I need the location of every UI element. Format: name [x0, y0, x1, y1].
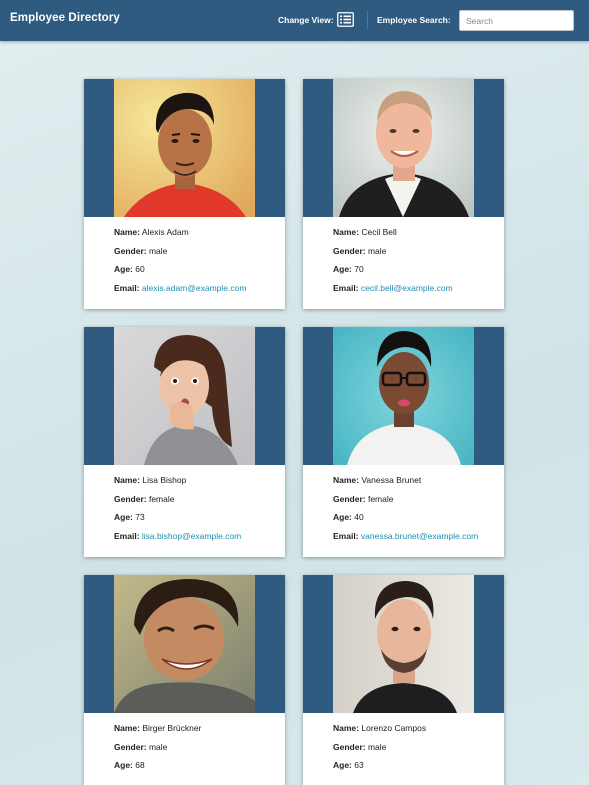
card-photo-band	[303, 79, 504, 217]
gender-row: Gender: male	[333, 741, 426, 760]
header-divider	[367, 11, 368, 29]
employee-email-link[interactable]: lisa.bishop@example.com	[142, 531, 241, 541]
gender-label: Gender:	[333, 493, 366, 504]
gender-row: Gender: female	[333, 493, 478, 512]
gender-label: Gender:	[333, 741, 366, 752]
employee-card[interactable]: Name: Vanessa Brunet Gender: female Age:…	[303, 327, 504, 557]
employee-info: Name: Vanessa Brunet Gender: female Age:…	[333, 474, 478, 549]
card-photo-band	[84, 327, 285, 465]
gender-label: Gender:	[333, 245, 366, 256]
employee-info: Name: Alexis Adam Gender: male Age: 60 E…	[114, 226, 246, 301]
employee-name: Cecil Bell	[361, 227, 397, 237]
name-label: Name:	[114, 723, 140, 733]
gender-label: Gender:	[114, 245, 147, 256]
employee-gender: male	[367, 741, 387, 752]
employee-name: Birger Brückner	[142, 723, 202, 733]
age-row: Age: 73	[114, 511, 241, 530]
card-photo-band	[84, 575, 285, 713]
gender-label: Gender:	[114, 493, 147, 504]
age-row: Age: 40	[333, 511, 478, 530]
employee-card[interactable]: Name: Birger Brückner Gender: male Age: …	[84, 575, 285, 785]
age-row: Age: 60	[114, 263, 246, 282]
employee-gender: male	[148, 245, 168, 256]
employee-email-link[interactable]: cecil.bell@example.com	[361, 283, 453, 293]
employee-email-link[interactable]: alexis.adam@example.com	[142, 283, 247, 293]
name-row: Name: Vanessa Brunet	[333, 474, 478, 493]
email-row: Email: lisa.bishop@example.com	[114, 530, 241, 549]
email-label: Email:	[114, 283, 140, 294]
employee-card[interactable]: Name: Alexis Adam Gender: male Age: 60 E…	[84, 79, 285, 309]
employee-photo	[114, 327, 255, 465]
gender-row: Gender: male	[333, 245, 453, 264]
employee-gender: female	[148, 493, 175, 504]
employee-name: Lisa Bishop	[142, 475, 187, 485]
email-row: Email: vanessa.brunet@example.com	[333, 530, 478, 549]
employee-info: Name: Lisa Bishop Gender: female Age: 73…	[114, 474, 241, 549]
card-photo-band	[303, 327, 504, 465]
employee-photo	[333, 327, 474, 465]
gender-row: Gender: female	[114, 493, 241, 512]
employee-photo	[333, 79, 474, 217]
age-label: Age:	[114, 760, 133, 771]
employee-age: 68	[135, 760, 145, 771]
top-navbar: Employee Directory Change View: Employee…	[0, 0, 589, 41]
email-row: Email: alexis.adam@example.com	[114, 282, 246, 301]
employee-info: Name: Lorenzo Campos Gender: male Age: 6…	[333, 722, 426, 778]
name-label: Name:	[114, 227, 140, 237]
employee-gender: female	[367, 493, 394, 504]
age-label: Age:	[333, 264, 352, 275]
employee-email-link[interactable]: vanessa.brunet@example.com	[361, 531, 478, 541]
search-input[interactable]	[459, 10, 574, 31]
name-label: Name:	[114, 475, 140, 485]
name-row: Name: Cecil Bell	[333, 226, 453, 245]
card-photo-band	[84, 79, 285, 217]
employee-age: 70	[354, 264, 364, 275]
employee-info: Name: Cecil Bell Gender: male Age: 70 Em…	[333, 226, 453, 301]
name-label: Name:	[333, 475, 359, 485]
employee-name: Vanessa Brunet	[361, 475, 422, 485]
age-row: Age: 70	[333, 263, 453, 282]
employee-gender: male	[367, 245, 387, 256]
name-label: Name:	[333, 227, 359, 237]
name-row: Name: Alexis Adam	[114, 226, 246, 245]
employee-name: Alexis Adam	[141, 227, 189, 237]
name-row: Name: Lorenzo Campos	[333, 722, 426, 741]
employee-photo	[114, 79, 255, 217]
employee-age: 63	[354, 760, 364, 771]
age-label: Age:	[114, 264, 133, 275]
name-row: Name: Birger Brückner	[114, 722, 201, 741]
employee-age: 40	[354, 512, 364, 523]
gender-row: Gender: male	[114, 245, 246, 264]
email-label: Email:	[333, 283, 359, 294]
employee-photo	[114, 575, 255, 713]
email-label: Email:	[333, 531, 359, 542]
list-view-button[interactable]	[337, 12, 354, 27]
card-photo-band	[303, 575, 504, 713]
list-view-icon	[337, 12, 354, 27]
employee-card[interactable]: Name: Cecil Bell Gender: male Age: 70 Em…	[303, 79, 504, 309]
employee-card[interactable]: Name: Lisa Bishop Gender: female Age: 73…	[84, 327, 285, 557]
employee-age: 60	[135, 264, 145, 275]
age-label: Age:	[333, 760, 352, 771]
age-label: Age:	[333, 512, 352, 523]
employee-info: Name: Birger Brückner Gender: male Age: …	[114, 722, 201, 778]
name-label: Name:	[333, 723, 359, 733]
employee-card[interactable]: Name: Lorenzo Campos Gender: male Age: 6…	[303, 575, 504, 785]
age-row: Age: 63	[333, 759, 426, 778]
employee-gender: male	[148, 741, 168, 752]
app-title: Employee Directory	[10, 12, 120, 24]
gender-label: Gender:	[114, 741, 147, 752]
employee-search-label: Employee Search:	[377, 15, 451, 25]
employee-name: Lorenzo Campos	[361, 723, 427, 733]
age-row: Age: 68	[114, 759, 201, 778]
change-view-label: Change View:	[278, 15, 334, 25]
age-label: Age:	[114, 512, 133, 523]
employee-photo	[333, 575, 474, 713]
email-label: Email:	[114, 531, 140, 542]
name-row: Name: Lisa Bishop	[114, 474, 241, 493]
email-row: Email: cecil.bell@example.com	[333, 282, 453, 301]
employee-age: 73	[135, 512, 145, 523]
gender-row: Gender: male	[114, 741, 201, 760]
